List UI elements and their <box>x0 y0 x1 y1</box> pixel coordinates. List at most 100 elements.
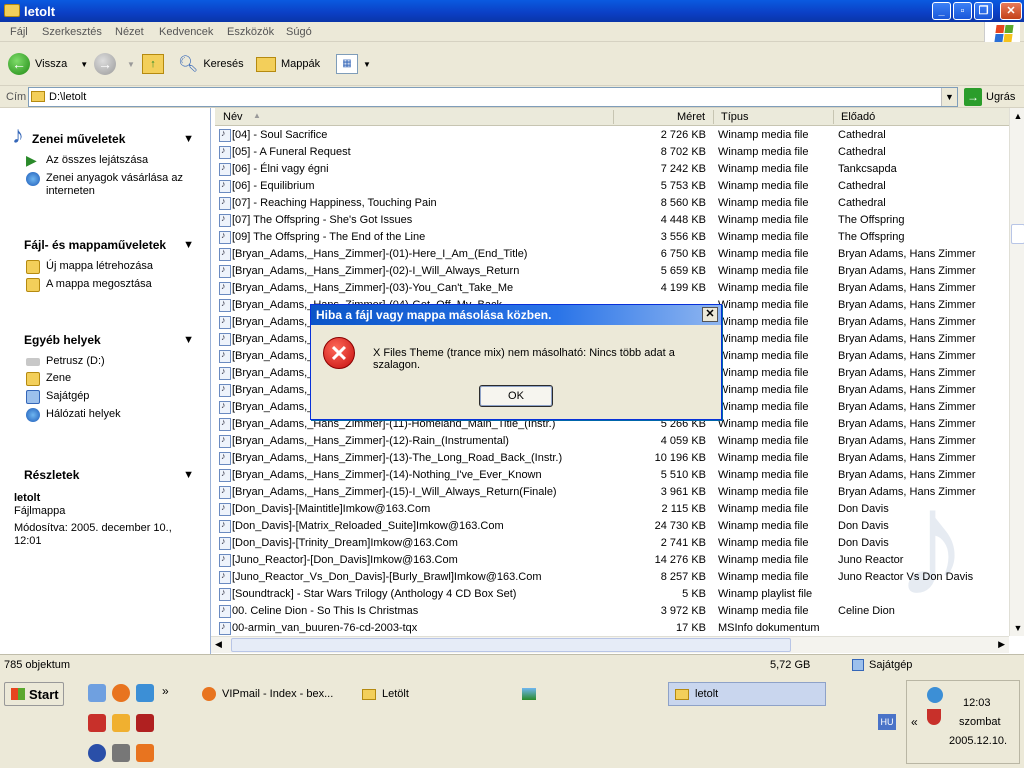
task-vipmail[interactable]: VIPmail - Index - bex... <box>196 682 346 706</box>
collapse-icon[interactable]: ▼ <box>183 334 194 346</box>
security-shield-icon[interactable] <box>927 709 941 725</box>
restore-button[interactable]: ▫ <box>953 2 972 20</box>
music-note-icon: ♪ <box>12 122 24 149</box>
horizontal-scrollbar[interactable]: ◀ ▶ <box>211 636 1009 653</box>
task-image[interactable] <box>516 682 666 706</box>
place-drive-d[interactable]: Petrusz (D:) <box>26 355 198 368</box>
other-places-header[interactable]: Egyéb helyek ▼ <box>12 331 198 351</box>
collapse-icon[interactable]: ▼ <box>183 239 194 251</box>
scroll-right-icon[interactable]: ▶ <box>998 639 1005 650</box>
file-type: Winamp playlist file <box>718 588 813 600</box>
up-folder-button[interactable]: ↑ <box>142 52 164 76</box>
file-tasks-header[interactable]: Fájl- és mappaműveletek ▼ <box>12 236 198 256</box>
file-row[interactable]: [Soundtrack] - Star Wars Trilogy (Anthol… <box>215 586 1009 603</box>
maximize-button[interactable]: ❐ <box>974 2 993 20</box>
search-button[interactable]: 🔍︎ Keresés <box>178 52 244 76</box>
file-row[interactable]: [Juno_Reactor]-[Don_Davis]Imkow@163.Com 1… <box>215 552 1009 569</box>
task-letolt-folder[interactable]: Letölt <box>356 682 506 706</box>
menu-favorites[interactable]: Kedvencek <box>159 26 213 38</box>
file-row[interactable]: [07] The Offspring - She's Got Issues 4 4… <box>215 212 1009 229</box>
quicklaunch-tool-icon[interactable] <box>136 744 154 762</box>
clock-time[interactable]: 12:03 <box>963 697 991 709</box>
file-name: [Bryan_Adams,_Hans_Zimmer]-(12)-Rain_(In… <box>232 435 509 447</box>
collapse-icon[interactable]: ▼ <box>183 133 194 145</box>
vertical-scrollbar[interactable]: ▲ ▼ <box>1009 108 1024 636</box>
back-dropdown-icon[interactable]: ▼ <box>80 60 88 69</box>
column-artist[interactable]: Előadó <box>841 111 875 123</box>
file-name: [Juno_Reactor]-[Don_Davis]Imkow@163.Com <box>232 554 458 566</box>
menu-tools[interactable]: Eszközök <box>227 26 274 38</box>
file-type: Winamp media file <box>718 214 809 226</box>
place-music[interactable]: Zene <box>26 372 198 386</box>
ok-button[interactable]: OK <box>479 385 553 407</box>
tray-expand-icon[interactable]: « <box>911 715 918 729</box>
address-dropdown-icon[interactable]: ▼ <box>941 88 957 106</box>
scroll-down-icon[interactable]: ▼ <box>1010 620 1024 636</box>
file-row[interactable]: [Bryan_Adams,_Hans_Zimmer]-(15)-I_Will_A… <box>215 484 1009 501</box>
details-header[interactable]: Részletek ▼ <box>12 466 198 486</box>
hscroll-thumb[interactable] <box>231 638 791 652</box>
file-row[interactable]: [Don_Davis]-[Matrix_Reloaded_Suite]Imkow… <box>215 518 1009 535</box>
file-row[interactable]: [09] The Offspring - The End of the Line… <box>215 229 1009 246</box>
quicklaunch-media-icon[interactable] <box>88 744 106 762</box>
folders-button[interactable]: Mappák <box>256 52 320 76</box>
place-network[interactable]: Hálózati helyek <box>26 408 198 422</box>
collapse-icon[interactable]: ▼ <box>183 469 194 481</box>
forward-button[interactable]: → ▼ <box>94 52 135 76</box>
close-button[interactable]: ✕ <box>1000 2 1022 20</box>
column-type[interactable]: Típus <box>721 111 749 123</box>
menu-view[interactable]: Nézet <box>115 26 144 38</box>
minimize-button[interactable]: _ <box>932 2 951 20</box>
views-button[interactable]: ▦ ▼ <box>336 52 371 76</box>
new-folder-link[interactable]: Új mappa létrehozása <box>26 260 198 274</box>
menu-help[interactable]: Súgó <box>286 26 312 38</box>
file-row[interactable]: 00-armin_van_buuren-76-cd-2003-tqx 17 KB M… <box>215 620 1009 637</box>
dialog-close-button[interactable]: ✕ <box>702 307 718 322</box>
media-file-icon <box>219 383 231 397</box>
scroll-thumb[interactable] <box>1011 224 1024 244</box>
place-my-computer[interactable]: Sajátgép <box>26 390 198 404</box>
file-row[interactable]: [06] - Equilibrium 5 753 KB Winamp media f… <box>215 178 1009 195</box>
file-row[interactable]: [Bryan_Adams,_Hans_Zimmer]-(01)-Here_I_A… <box>215 246 1009 263</box>
share-folder-link[interactable]: A mappa megosztása <box>26 278 198 292</box>
menu-file[interactable]: Fájl <box>10 26 28 38</box>
quicklaunch-more-icon[interactable]: » <box>162 684 169 698</box>
buy-music-link[interactable]: Zenei anyagok vásárlása az interneten <box>26 172 198 198</box>
file-row[interactable]: [Bryan_Adams,_Hans_Zimmer]-(13)-The_Long… <box>215 450 1009 467</box>
music-tasks-header[interactable]: ♪ Zenei műveletek ▼ <box>12 122 198 150</box>
address-input[interactable]: D:\letolt ▼ <box>28 87 958 107</box>
language-indicator[interactable]: HU <box>878 714 896 730</box>
file-row[interactable]: [04] - Soul Sacrifice 2 726 KB Winamp medi… <box>215 127 1009 144</box>
scroll-left-icon[interactable]: ◀ <box>215 639 222 650</box>
play-all-link[interactable]: ▶ Az összes lejátszása <box>26 153 198 168</box>
quicklaunch-save-icon[interactable] <box>136 714 154 732</box>
messenger-tray-icon[interactable] <box>927 687 943 703</box>
file-row[interactable]: 00. Celine Dion - So This Is Christmas 3 … <box>215 603 1009 620</box>
file-row[interactable]: [Bryan_Adams,_Hans_Zimmer]-(02)-I_Will_A… <box>215 263 1009 280</box>
file-row[interactable]: [Bryan_Adams,_Hans_Zimmer]-(14)-Nothing_… <box>215 467 1009 484</box>
scroll-up-icon[interactable]: ▲ <box>1010 108 1024 124</box>
task-letolt-active[interactable]: letolt <box>668 682 826 706</box>
quicklaunch-calc-icon[interactable] <box>112 744 130 762</box>
column-name[interactable]: Név <box>223 111 243 123</box>
media-file-icon <box>219 162 231 176</box>
quicklaunch-pencil-icon[interactable] <box>112 714 130 732</box>
file-row[interactable]: [07] - Reaching Happiness, Touching Pain… <box>215 195 1009 212</box>
file-row[interactable]: [Bryan_Adams,_Hans_Zimmer]-(12)-Rain_(In… <box>215 433 1009 450</box>
menu-edit[interactable]: Szerkesztés <box>42 26 102 38</box>
start-button[interactable]: Start <box>4 682 64 706</box>
file-row[interactable]: [Bryan_Adams,_Hans_Zimmer]-(03)-You_Can'… <box>215 280 1009 297</box>
column-size[interactable]: Méret <box>677 111 705 123</box>
quicklaunch-messenger-icon[interactable] <box>136 684 154 702</box>
file-row[interactable]: [Don_Davis]-[Maintitle]Imkow@163.Com 2 11… <box>215 501 1009 518</box>
quicklaunch-firefox-icon[interactable] <box>112 684 130 702</box>
file-row[interactable]: [Juno_Reactor_Vs_Don_Davis]-[Burly_Brawl… <box>215 569 1009 586</box>
media-file-icon <box>219 145 231 159</box>
quicklaunch-ie-icon[interactable] <box>88 684 106 702</box>
file-row[interactable]: [06] - Élni vagy égni 7 242 KB Winamp medi… <box>215 161 1009 178</box>
back-button[interactable]: ← Vissza ▼ <box>8 52 88 76</box>
file-row[interactable]: [05] - A Funeral Request 8 702 KB Winamp m… <box>215 144 1009 161</box>
quicklaunch-app-icon[interactable] <box>88 714 106 732</box>
go-button[interactable]: → Ugrás <box>964 88 1015 106</box>
file-row[interactable]: [Don_Davis]-[Trinity_Dream]Imkow@163.Com… <box>215 535 1009 552</box>
